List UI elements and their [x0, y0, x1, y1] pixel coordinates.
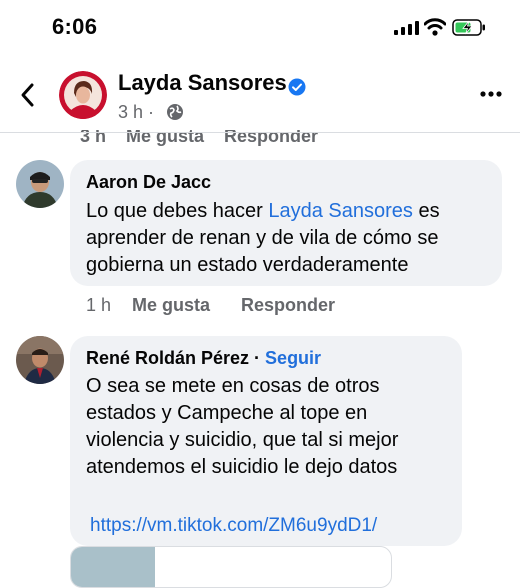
- comment-text-line-2: estados y Campeche al tope en: [86, 402, 368, 424]
- mention-link[interactable]: Layda Sansores: [268, 200, 413, 222]
- page-name[interactable]: Layda Sansores: [118, 70, 287, 96]
- separator-dot: ·: [249, 348, 266, 368]
- page-avatar[interactable]: [59, 71, 107, 119]
- avatar[interactable]: [16, 160, 64, 208]
- comment-time: 1 h: [86, 295, 112, 315]
- comment-text: es: [412, 200, 440, 222]
- header-divider: [0, 132, 520, 133]
- partial-action-row: 3 h Me gusta Responder: [80, 126, 319, 146]
- back-arrow-icon[interactable]: [20, 82, 36, 108]
- comment-text: Lo que debes hacer: [86, 200, 269, 222]
- more-options-icon[interactable]: [480, 90, 502, 98]
- avatar[interactable]: [16, 336, 64, 384]
- comment-text-line-2: aprender de renan y de vila de cómo se: [86, 227, 439, 249]
- status-time: 6:06: [52, 14, 98, 39]
- like-button[interactable]: Me gusta: [132, 295, 210, 316]
- verified-badge-icon: [288, 78, 306, 96]
- reply-button[interactable]: Responder: [241, 295, 335, 316]
- battery-charging-icon: [452, 19, 485, 36]
- comment-author[interactable]: Aaron De Jacc: [86, 172, 211, 193]
- wifi-icon: [424, 18, 446, 36]
- post-time: 3 h ·: [118, 102, 155, 122]
- comment-text-line-1: O sea se mete en cosas de otros: [86, 375, 380, 397]
- link-preview-card[interactable]: [70, 546, 392, 588]
- globe-icon: [167, 104, 183, 120]
- comment-author[interactable]: René Roldán Pérez: [86, 348, 249, 368]
- signal-icon: [394, 21, 419, 35]
- comment-text-line-4: atendemos el suicidio le dejo datos: [86, 456, 398, 478]
- link-preview-thumbnail: [71, 547, 155, 587]
- tiktok-link[interactable]: https://vm.tiktok.com/ZM6u9ydD1/: [90, 512, 377, 539]
- comment-text-line-1: Lo que debes hacer Layda Sansores es: [86, 198, 440, 225]
- follow-button[interactable]: Seguir: [265, 348, 321, 368]
- comment-header: René Roldán Pérez · Seguir: [86, 348, 321, 369]
- comment-text-line-3: gobierna un estado verdaderamente: [86, 254, 409, 276]
- comment-text-line-3: violencia y suicidio, que tal si mejor: [86, 429, 399, 451]
